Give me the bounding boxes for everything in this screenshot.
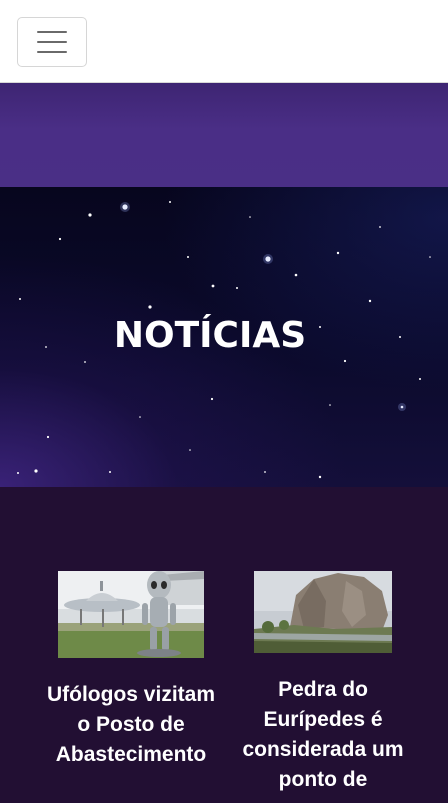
news-card[interactable]: Ufólogos vizitam o Posto de Abasteciment… (40, 571, 222, 770)
news-card[interactable]: Pedra do Eurípedes é considerada um pont… (240, 571, 406, 795)
news-thumbnail-rock-formation[interactable] (254, 571, 392, 653)
news-card-title[interactable]: Ufólogos vizitam o Posto de Abasteciment… (40, 680, 222, 770)
hamburger-menu-icon (37, 31, 67, 53)
menu-toggle-button[interactable] (17, 17, 87, 67)
hero-section: NOTÍCIAS (0, 187, 448, 487)
top-navbar (0, 0, 448, 83)
page-title: NOTÍCIAS (113, 315, 307, 356)
news-section: Ufólogos vizitam o Posto de Abasteciment… (0, 487, 448, 803)
purple-banner (0, 83, 448, 187)
news-card-title[interactable]: Pedra do Eurípedes é considerada um pont… (240, 675, 406, 795)
news-thumbnail-alien-statue[interactable] (58, 571, 204, 658)
